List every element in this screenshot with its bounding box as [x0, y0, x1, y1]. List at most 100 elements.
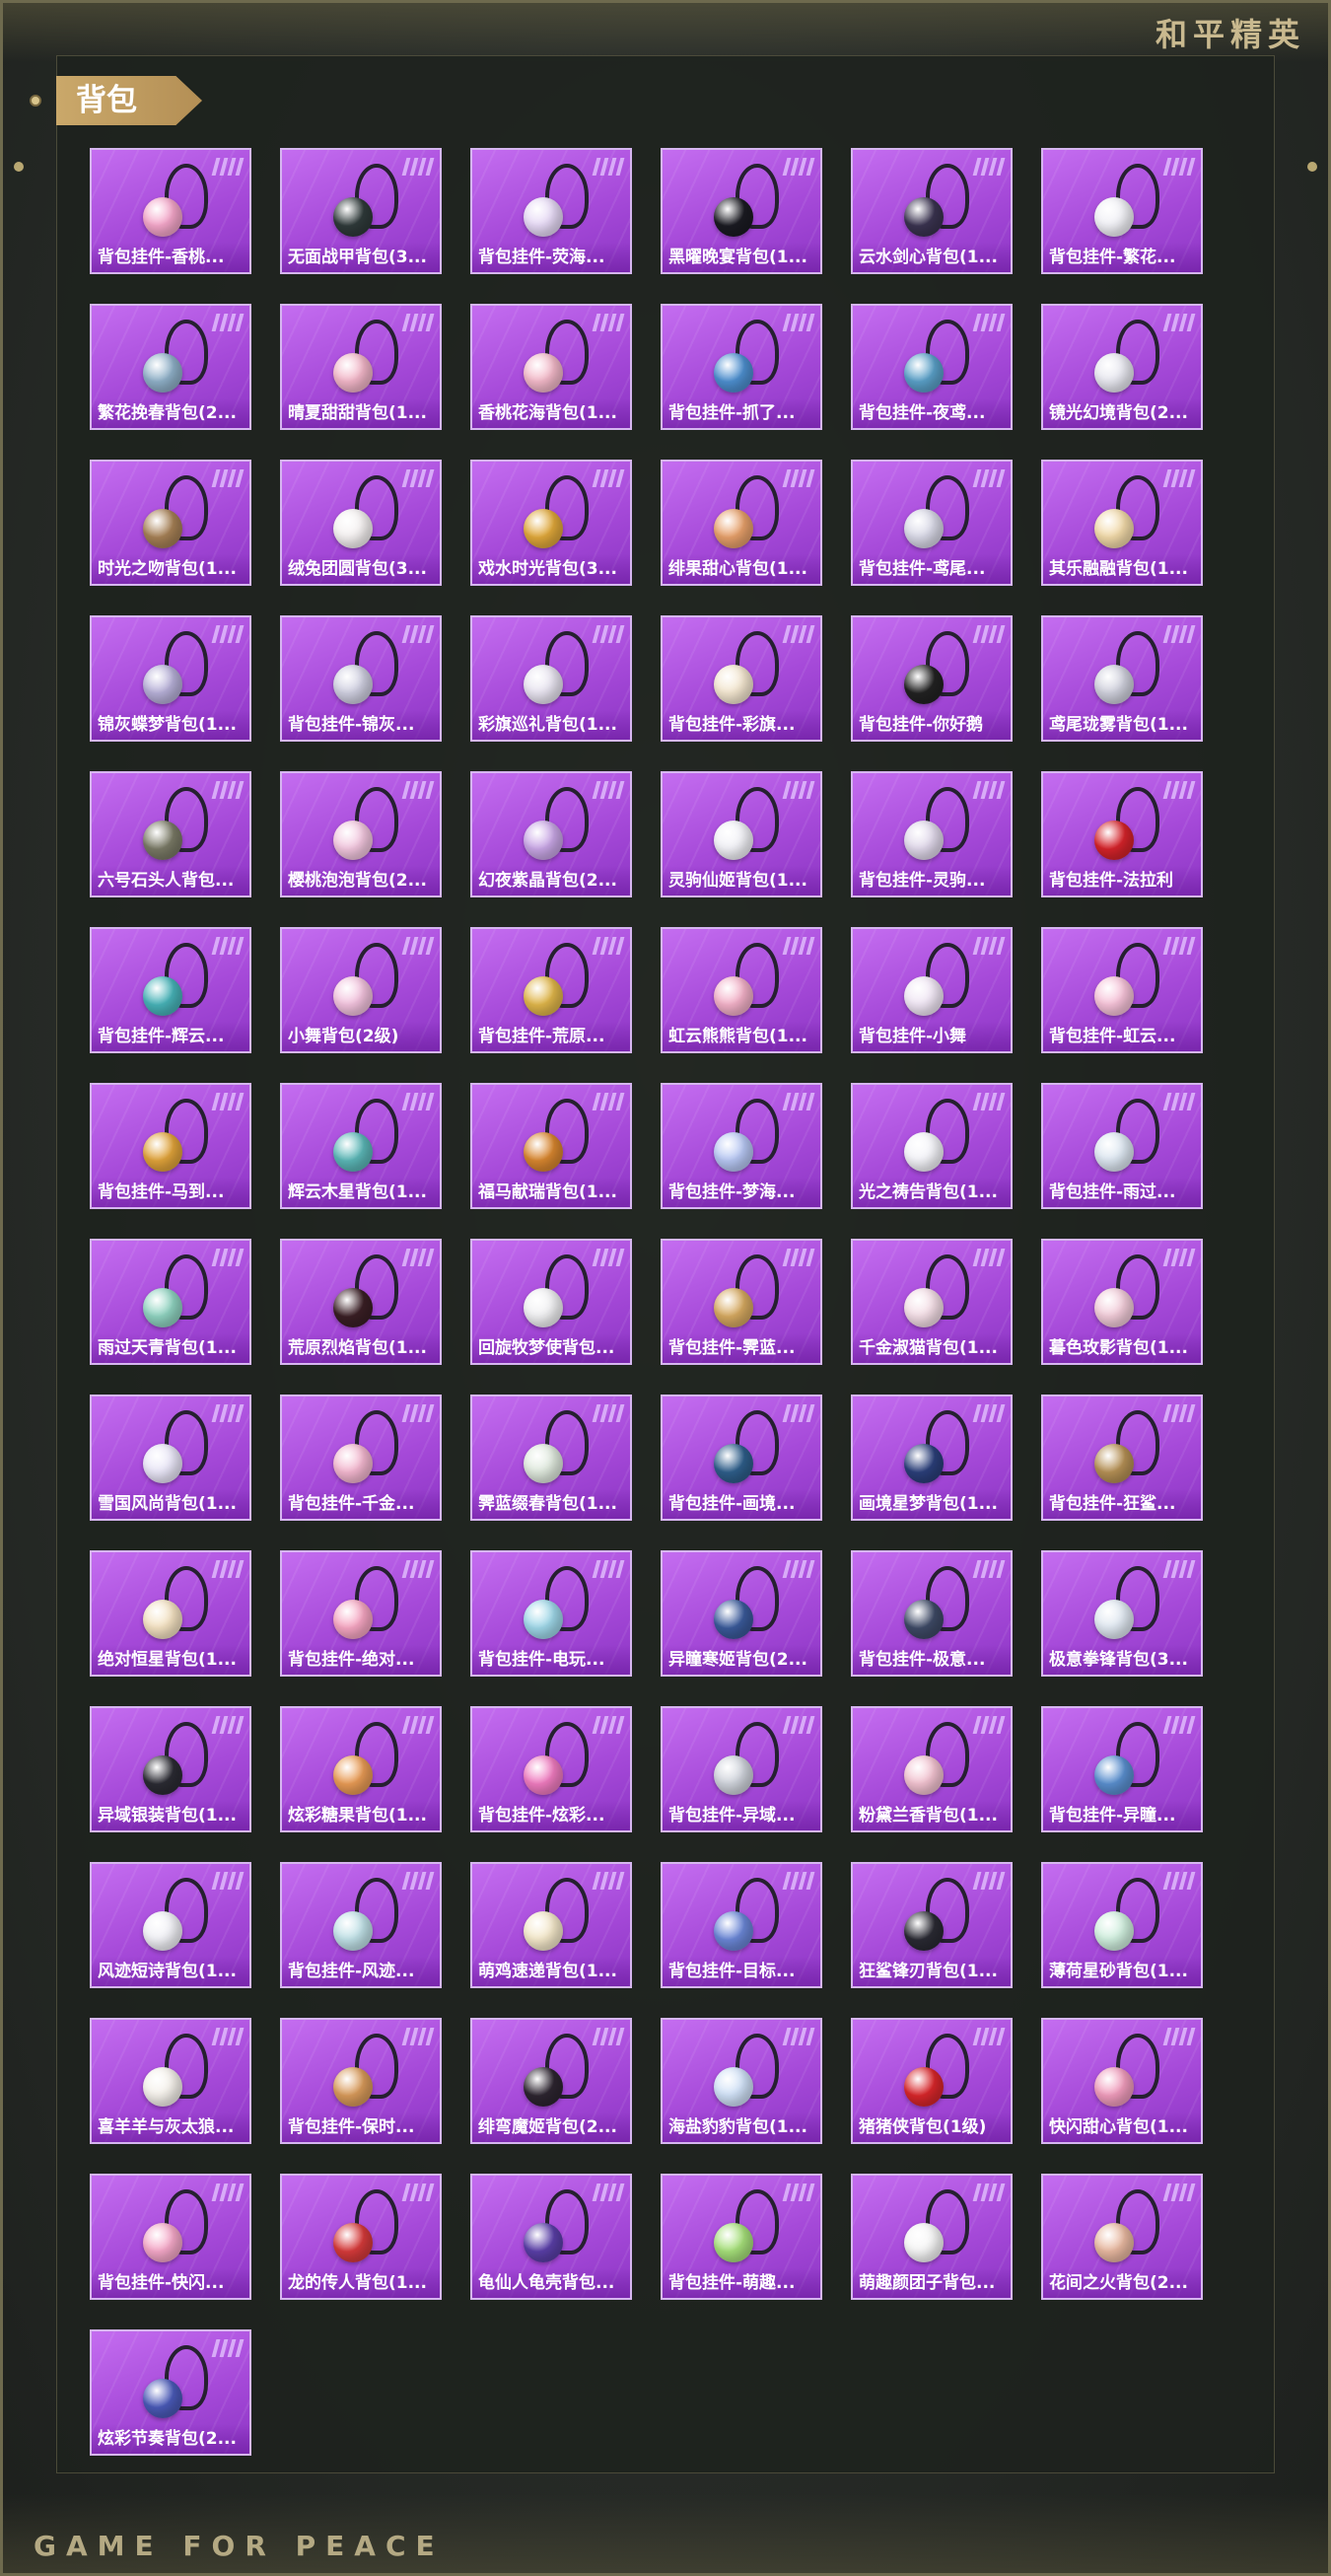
- rarity-bars-icon: [1162, 469, 1196, 487]
- backpack-item-card[interactable]: 虹云熊熊背包(1...: [661, 927, 822, 1053]
- backpack-item-card[interactable]: 背包挂件-荧海...: [470, 148, 632, 274]
- backpack-item-card[interactable]: 背包挂件-风迹...: [280, 1862, 442, 1988]
- backpack-item-card[interactable]: 背包挂件-画境...: [661, 1395, 822, 1521]
- rarity-bars-icon: [782, 1249, 815, 1266]
- backpack-item-card[interactable]: 极意拳锋背包(3...: [1041, 1550, 1203, 1677]
- backpack-item-card[interactable]: 背包挂件-灵驹...: [851, 771, 1013, 897]
- rarity-bars-icon: [592, 469, 625, 487]
- backpack-item-card[interactable]: 背包挂件-小舞: [851, 927, 1013, 1053]
- rarity-bars-icon: [401, 2183, 435, 2201]
- backpack-item-card[interactable]: 粉黛兰香背包(1...: [851, 1706, 1013, 1832]
- backpack-item-card[interactable]: 镜光幻境背包(2...: [1041, 304, 1203, 430]
- backpack-item-card[interactable]: 背包挂件-香桃...: [90, 148, 251, 274]
- backpack-item-card[interactable]: 背包挂件-荒原...: [470, 927, 632, 1053]
- backpack-item-card[interactable]: 喜羊羊与灰太狼...: [90, 2018, 251, 2144]
- backpack-item-card[interactable]: 画境星梦背包(1...: [851, 1395, 1013, 1521]
- backpack-item-card[interactable]: 背包挂件-狂鲨...: [1041, 1395, 1203, 1521]
- rarity-bars-icon: [1162, 2183, 1196, 2201]
- backpack-item-card[interactable]: 背包挂件-你好鹅: [851, 615, 1013, 742]
- backpack-item-card[interactable]: 炫彩糖果背包(1...: [280, 1706, 442, 1832]
- backpack-item-card[interactable]: 无面战甲背包(3...: [280, 148, 442, 274]
- backpack-item-card[interactable]: 福马献瑞背包(1...: [470, 1083, 632, 1209]
- backpack-item-card[interactable]: 狂鲨锋刃背包(1...: [851, 1862, 1013, 1988]
- section-title-tab[interactable]: 背包: [56, 76, 202, 125]
- backpack-item-card[interactable]: 猪猪侠背包(1级): [851, 2018, 1013, 2144]
- item-thumbnail-icon: [512, 939, 595, 1022]
- rarity-bars-icon: [972, 625, 1006, 643]
- backpack-item-card[interactable]: 幻夜紫晶背包(2...: [470, 771, 632, 897]
- backpack-item-card[interactable]: 时光之吻背包(1...: [90, 460, 251, 586]
- backpack-item-card[interactable]: 风迹短诗背包(1...: [90, 1862, 251, 1988]
- backpack-item-card[interactable]: 繁花挽春背包(2...: [90, 304, 251, 430]
- item-label: 锦灰蝶梦背包(1...: [92, 710, 249, 740]
- backpack-item-card[interactable]: 背包挂件-异瞳...: [1041, 1706, 1203, 1832]
- backpack-item-card[interactable]: 快闪甜心背包(1...: [1041, 2018, 1203, 2144]
- backpack-item-card[interactable]: 萌鸡速递背包(1...: [470, 1862, 632, 1988]
- backpack-item-card[interactable]: 背包挂件-萌趣...: [661, 2174, 822, 2300]
- backpack-item-card[interactable]: 背包挂件-马到...: [90, 1083, 251, 1209]
- backpack-item-card[interactable]: 背包挂件-炫彩...: [470, 1706, 632, 1832]
- backpack-item-card[interactable]: 霁蓝缀春背包(1...: [470, 1395, 632, 1521]
- item-thumbnail-icon: [702, 1562, 785, 1645]
- backpack-item-card[interactable]: 锦灰蝶梦背包(1...: [90, 615, 251, 742]
- backpack-item-card[interactable]: 背包挂件-彩旗...: [661, 615, 822, 742]
- backpack-item-card[interactable]: 背包挂件-绝对...: [280, 1550, 442, 1677]
- rarity-bars-icon: [782, 937, 815, 955]
- backpack-item-card[interactable]: 异瞳寒姬背包(2...: [661, 1550, 822, 1677]
- rarity-bars-icon: [211, 1560, 245, 1578]
- backpack-item-card[interactable]: 绒兔团圆背包(3...: [280, 460, 442, 586]
- backpack-item-card[interactable]: 暮色玫影背包(1...: [1041, 1239, 1203, 1365]
- backpack-item-card[interactable]: 千金淑猫背包(1...: [851, 1239, 1013, 1365]
- backpack-item-card[interactable]: 背包挂件-保时...: [280, 2018, 442, 2144]
- backpack-item-card[interactable]: 彩旗巡礼背包(1...: [470, 615, 632, 742]
- backpack-item-card[interactable]: 背包挂件-辉云...: [90, 927, 251, 1053]
- backpack-item-card[interactable]: 香桃花海背包(1...: [470, 304, 632, 430]
- backpack-item-card[interactable]: 荒原烈焰背包(1...: [280, 1239, 442, 1365]
- backpack-item-card[interactable]: 黑曜晚宴背包(1...: [661, 148, 822, 274]
- item-thumbnail-icon: [892, 471, 975, 554]
- backpack-item-card[interactable]: 背包挂件-鸢尾...: [851, 460, 1013, 586]
- backpack-item-card[interactable]: 背包挂件-雨过...: [1041, 1083, 1203, 1209]
- backpack-item-card[interactable]: 绝对恒星背包(1...: [90, 1550, 251, 1677]
- backpack-item-card[interactable]: 背包挂件-极意...: [851, 1550, 1013, 1677]
- backpack-item-card[interactable]: 背包挂件-抓了...: [661, 304, 822, 430]
- backpack-item-card[interactable]: 背包挂件-梦海...: [661, 1083, 822, 1209]
- backpack-item-card[interactable]: 海盐豹豹背包(1...: [661, 2018, 822, 2144]
- backpack-item-card[interactable]: 云水剑心背包(1...: [851, 148, 1013, 274]
- backpack-item-card[interactable]: 背包挂件-目标...: [661, 1862, 822, 1988]
- backpack-item-card[interactable]: 樱桃泡泡背包(2...: [280, 771, 442, 897]
- backpack-item-card[interactable]: 晴夏甜甜背包(1...: [280, 304, 442, 430]
- backpack-item-card[interactable]: 其乐融融背包(1...: [1041, 460, 1203, 586]
- backpack-item-card[interactable]: 灵驹仙姬背包(1...: [661, 771, 822, 897]
- rarity-bars-icon: [972, 2028, 1006, 2045]
- backpack-item-card[interactable]: 雨过天青背包(1...: [90, 1239, 251, 1365]
- backpack-item-card[interactable]: 背包挂件-虹云...: [1041, 927, 1203, 1053]
- backpack-item-card[interactable]: 背包挂件-电玩...: [470, 1550, 632, 1677]
- backpack-item-card[interactable]: 背包挂件-夜鸢...: [851, 304, 1013, 430]
- backpack-item-card[interactable]: 绯弯魔姬背包(2...: [470, 2018, 632, 2144]
- backpack-item-card[interactable]: 萌趣颜团子背包...: [851, 2174, 1013, 2300]
- backpack-item-card[interactable]: 六号石头人背包...: [90, 771, 251, 897]
- backpack-item-card[interactable]: 背包挂件-法拉利: [1041, 771, 1203, 897]
- backpack-item-card[interactable]: 光之祷告背包(1...: [851, 1083, 1013, 1209]
- backpack-item-card[interactable]: 回旋牧梦使背包...: [470, 1239, 632, 1365]
- backpack-item-card[interactable]: 鸢尾珑雾背包(1...: [1041, 615, 1203, 742]
- backpack-item-card[interactable]: 炫彩节奏背包(2...: [90, 2329, 251, 2456]
- item-thumbnail-icon: [512, 627, 595, 710]
- backpack-item-card[interactable]: 背包挂件-快闪...: [90, 2174, 251, 2300]
- backpack-item-card[interactable]: 龙的传人背包(1...: [280, 2174, 442, 2300]
- backpack-item-card[interactable]: 雪国风尚背包(1...: [90, 1395, 251, 1521]
- backpack-item-card[interactable]: 背包挂件-霁蓝...: [661, 1239, 822, 1365]
- backpack-item-card[interactable]: 绯果甜心背包(1...: [661, 460, 822, 586]
- backpack-item-card[interactable]: 背包挂件-锦灰...: [280, 615, 442, 742]
- backpack-item-card[interactable]: 戏水时光背包(3...: [470, 460, 632, 586]
- backpack-item-card[interactable]: 小舞背包(2级): [280, 927, 442, 1053]
- backpack-item-card[interactable]: 辉云木星背包(1...: [280, 1083, 442, 1209]
- backpack-item-card[interactable]: 花间之火背包(2...: [1041, 2174, 1203, 2300]
- backpack-item-card[interactable]: 背包挂件-繁花...: [1041, 148, 1203, 274]
- backpack-item-card[interactable]: 背包挂件-异域...: [661, 1706, 822, 1832]
- backpack-item-card[interactable]: 异域银装背包(1...: [90, 1706, 251, 1832]
- backpack-item-card[interactable]: 薄荷星砂背包(1...: [1041, 1862, 1203, 1988]
- backpack-item-card[interactable]: 背包挂件-千金...: [280, 1395, 442, 1521]
- backpack-item-card[interactable]: 龟仙人龟壳背包...: [470, 2174, 632, 2300]
